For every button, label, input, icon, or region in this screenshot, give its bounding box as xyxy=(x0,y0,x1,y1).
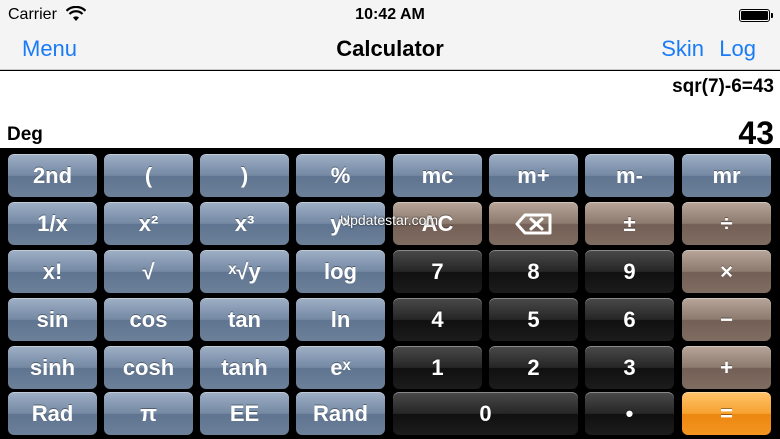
factorial-key[interactable]: x! xyxy=(8,250,97,293)
calculator-display: sqr(7)-6=43 Deg 43 xyxy=(0,71,780,151)
sinh-key[interactable]: sinh xyxy=(8,346,97,389)
keypad: 2nd ( ) % mc m+ m- mr 1/x x² x³ yˣ AC ± … xyxy=(0,148,780,439)
radian-mode-key[interactable]: Rad xyxy=(8,392,97,435)
tan-key[interactable]: tan xyxy=(200,298,289,341)
random-key[interactable]: Rand xyxy=(296,392,385,435)
clock: 10:42 AM xyxy=(355,6,425,23)
square-root-key[interactable]: √ xyxy=(104,250,193,293)
backspace-key[interactable] xyxy=(489,202,578,245)
cos-key[interactable]: cos xyxy=(104,298,193,341)
skin-button[interactable]: Skin xyxy=(661,36,704,62)
second-function-key[interactable]: 2nd xyxy=(8,154,97,197)
natural-log-key[interactable]: ln xyxy=(296,298,385,341)
history-expression: sqr(7)-6=43 xyxy=(672,76,774,97)
digit-6-key[interactable]: 6 xyxy=(585,298,674,341)
cosh-key[interactable]: cosh xyxy=(104,346,193,389)
power-key[interactable]: yˣ xyxy=(296,202,385,245)
digit-1-key[interactable]: 1 xyxy=(393,346,482,389)
digit-5-key[interactable]: 5 xyxy=(489,298,578,341)
angle-mode-indicator: Deg xyxy=(7,124,43,145)
sign-toggle-key[interactable]: ± xyxy=(585,202,674,245)
memory-recall-key[interactable]: mr xyxy=(682,154,771,197)
digit-4-key[interactable]: 4 xyxy=(393,298,482,341)
nth-root-key[interactable]: ˣ√y xyxy=(200,250,289,293)
digit-3-key[interactable]: 3 xyxy=(585,346,674,389)
sin-key[interactable]: sin xyxy=(8,298,97,341)
log-key[interactable]: log xyxy=(296,250,385,293)
equals-key[interactable]: = xyxy=(682,392,771,435)
digit-0-key[interactable]: 0 xyxy=(393,392,578,435)
status-bar: Carrier 10:42 AM xyxy=(0,0,780,30)
add-key[interactable]: + xyxy=(682,346,771,389)
memory-subtract-key[interactable]: m- xyxy=(585,154,674,197)
decimal-point-key[interactable]: • xyxy=(585,392,674,435)
all-clear-key[interactable]: AC xyxy=(393,202,482,245)
result-value: 43 xyxy=(738,115,774,151)
backspace-icon xyxy=(515,213,551,234)
battery-icon xyxy=(739,9,773,22)
navigation-bar: Menu Calculator Skin Log xyxy=(0,30,780,70)
subtract-key[interactable]: − xyxy=(682,298,771,341)
memory-add-key[interactable]: m+ xyxy=(489,154,578,197)
exponential-key[interactable]: eˣ xyxy=(296,346,385,389)
cube-key[interactable]: x³ xyxy=(200,202,289,245)
digit-7-key[interactable]: 7 xyxy=(393,250,482,293)
memory-clear-key[interactable]: mc xyxy=(393,154,482,197)
digit-2-key[interactable]: 2 xyxy=(489,346,578,389)
reciprocal-key[interactable]: 1/x xyxy=(8,202,97,245)
multiply-key[interactable]: × xyxy=(682,250,771,293)
menu-button[interactable]: Menu xyxy=(22,36,77,62)
exponent-entry-key[interactable]: EE xyxy=(200,392,289,435)
open-paren-key[interactable]: ( xyxy=(104,154,193,197)
log-button[interactable]: Log xyxy=(719,36,756,62)
digit-9-key[interactable]: 9 xyxy=(585,250,674,293)
divide-key[interactable]: ÷ xyxy=(682,202,771,245)
close-paren-key[interactable]: ) xyxy=(200,154,289,197)
percent-key[interactable]: % xyxy=(296,154,385,197)
digit-8-key[interactable]: 8 xyxy=(489,250,578,293)
tanh-key[interactable]: tanh xyxy=(200,346,289,389)
pi-key[interactable]: π xyxy=(104,392,193,435)
square-key[interactable]: x² xyxy=(104,202,193,245)
